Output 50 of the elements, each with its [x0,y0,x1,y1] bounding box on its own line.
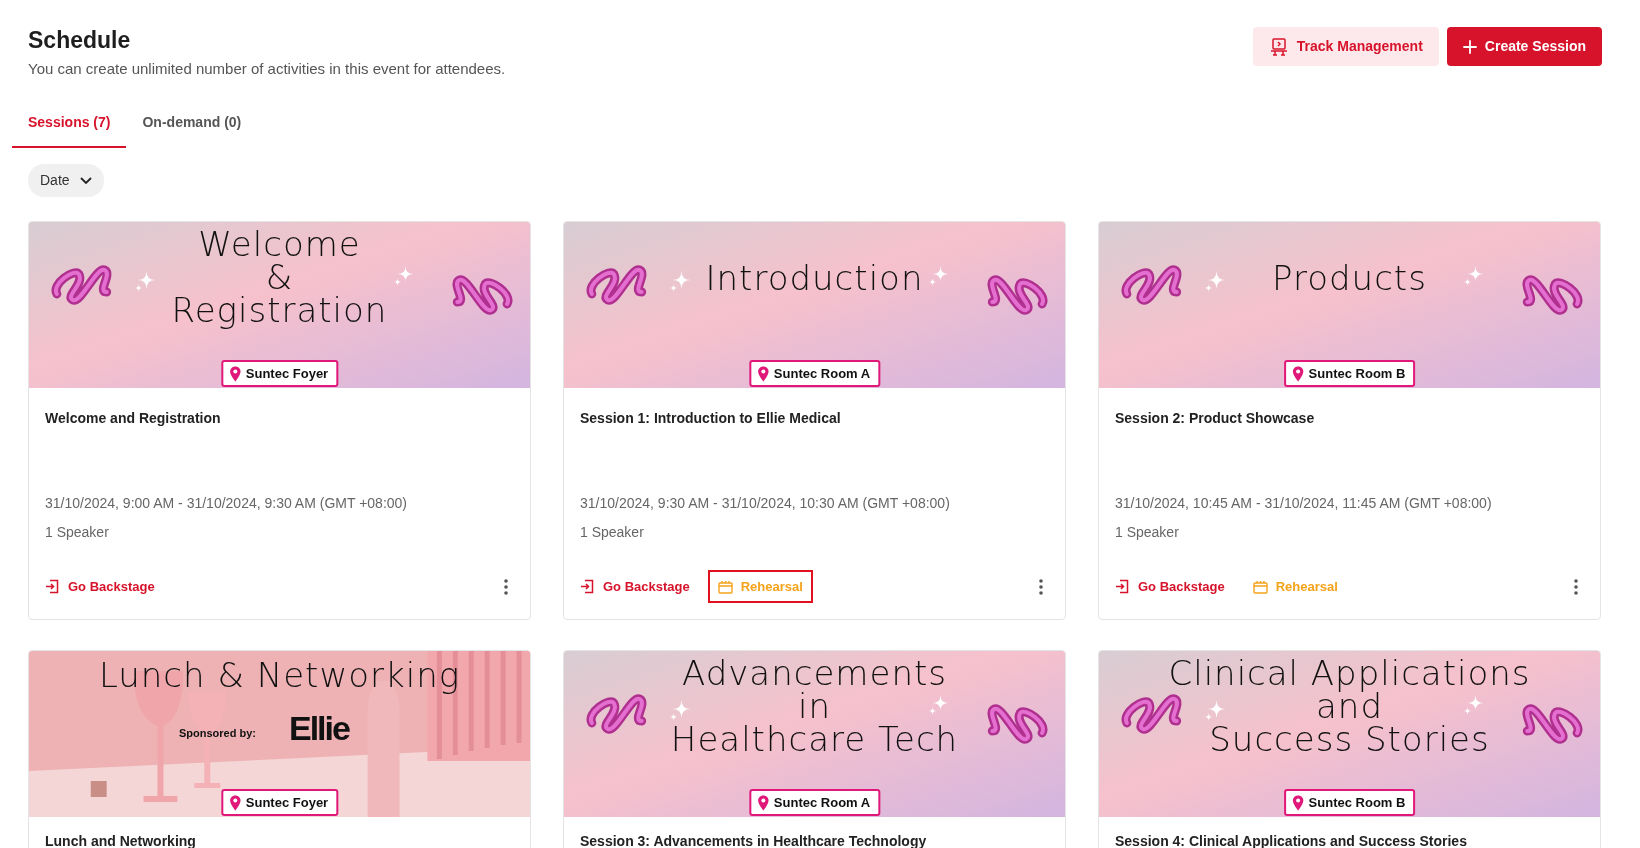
location-name: Suntec Room B [1308,793,1406,812]
location-name: Suntec Room B [1308,364,1406,383]
map-pin-icon [1291,794,1304,811]
session-datetime: 31/10/2024, 9:00 AM - 31/10/2024, 9:30 AM (GMT +08:00) [45,493,409,513]
session-datetime: 31/10/2024, 9:30 AM - 31/10/2024, 10:30 AM (GMT +08:00) [580,493,951,513]
page-subtitle: You can create unlimited number of activities in this event for attendees. [28,58,506,79]
location-name: Suntec Foyer [245,793,329,812]
clapperboard-icon [717,579,733,594]
enter-icon [1115,579,1130,595]
more-vertical-icon [1039,579,1043,596]
go-backstage-link[interactable]: Go Backstage [570,569,700,604]
location-name: Suntec Room A [773,364,871,383]
speaker-count: 1 Speaker [580,522,645,542]
clapperboard-icon [1252,579,1268,594]
banner-title: Clinical Applications and Success Stories [1168,657,1531,757]
more-vertical-icon [504,579,508,596]
map-pin-icon [1291,365,1304,382]
track-management-button[interactable]: Track Management [1252,27,1439,66]
map-pin-icon [228,794,241,811]
go-backstage-link[interactable]: Go Backstage [35,569,165,604]
page-title: Schedule [28,26,132,55]
enter-icon [45,579,60,595]
create-session-button[interactable]: Create Session [1446,27,1602,66]
map-pin-icon [228,365,241,382]
chevron-down-icon [79,176,92,185]
date-filter-dropdown[interactable]: Date [28,164,104,198]
session-datetime: 31/10/2024, 10:45 AM - 31/10/2024, 11:45 AM (GMT +08:00) [1115,493,1493,513]
presentation-board-icon [1268,36,1289,57]
sponsor-logo: Ellie [289,708,349,750]
map-pin-icon [756,794,769,811]
plus-icon [1462,39,1477,54]
location-name: Suntec Foyer [245,364,329,383]
banner-title: Welcome & Registration [171,228,388,328]
speaker-count: 1 Speaker [1115,522,1180,542]
tab[interactable]: On-demand (0) [126,102,258,149]
banner-title: Lunch & Networking [98,659,461,693]
banner-title: Introduction [705,262,924,296]
session-title: Welcome and Registration [45,409,222,429]
tab[interactable]: Sessions (7) [12,102,127,149]
banner-title: Products [1272,262,1427,296]
map-pin-icon [756,365,769,382]
session-title: Session 1: Introduction to Ellie Medical [580,409,842,429]
location-name: Suntec Room A [773,793,871,812]
banner-title: Advancements in Healthcare Tech [670,657,959,757]
session-title: Session 2: Product Showcase [1115,409,1316,429]
more-vertical-icon [1574,579,1578,596]
speaker-count: 1 Speaker [45,522,110,542]
go-backstage-link[interactable]: Go Backstage [1105,569,1235,604]
enter-icon [580,579,595,595]
sponsor-label: Sponsored by: [179,726,256,742]
